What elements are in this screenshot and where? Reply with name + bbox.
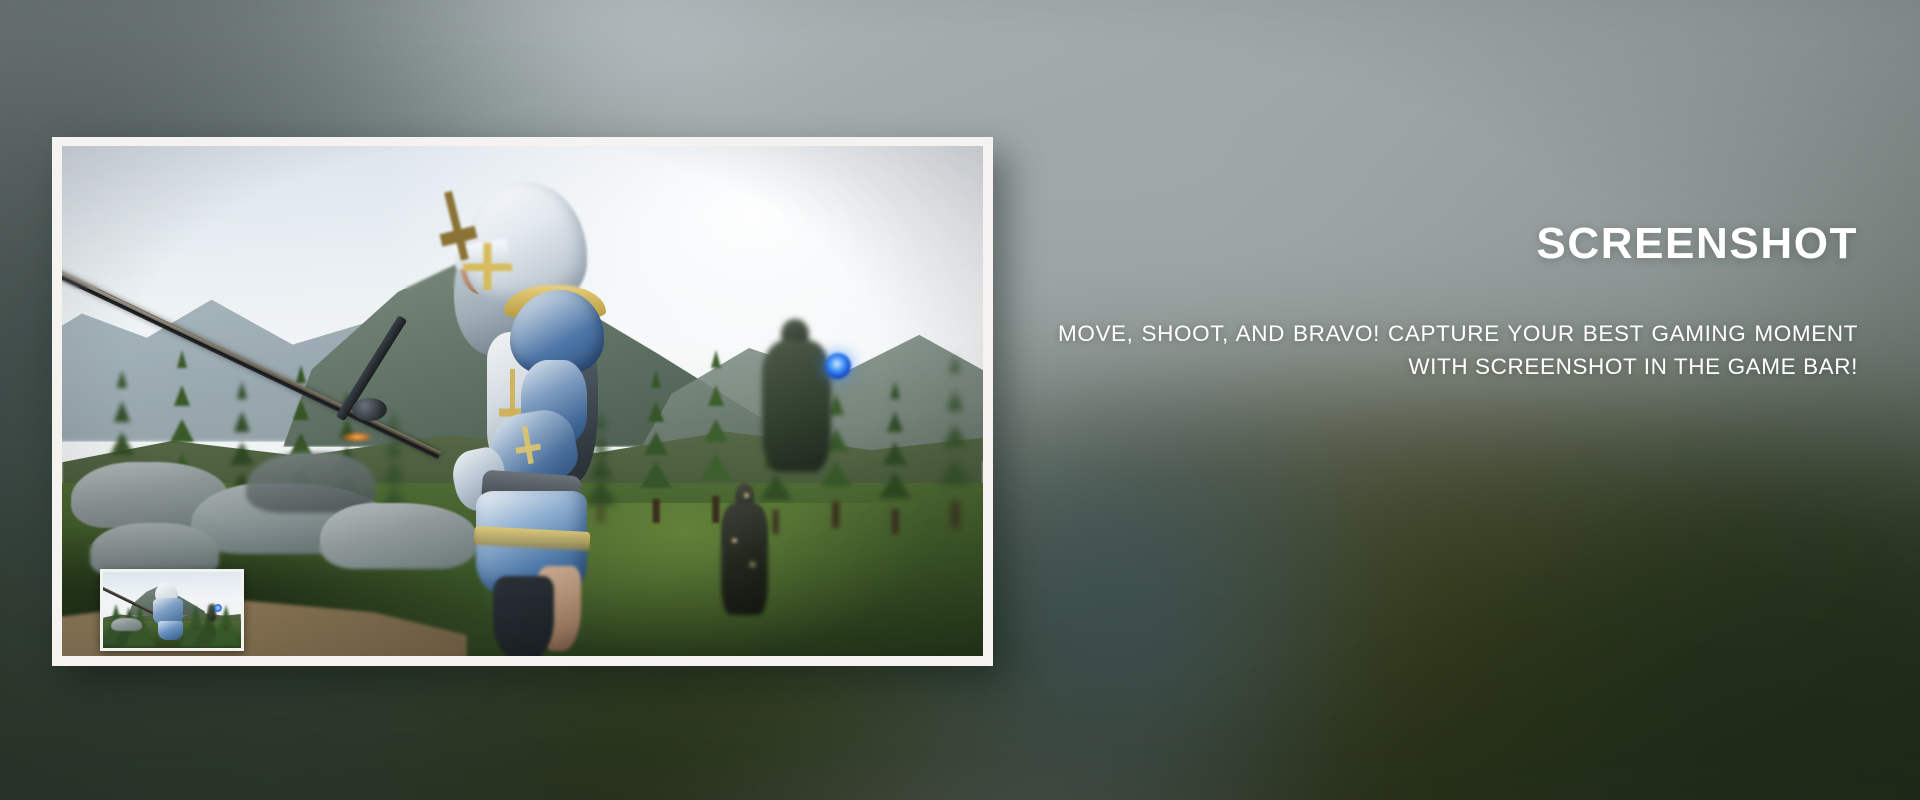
screenshot-thumbnail[interactable]	[100, 569, 244, 651]
thumb-npc-marker	[214, 603, 223, 612]
thumb-knight-body	[152, 597, 184, 624]
screenshot-thumbnail-image	[103, 572, 241, 648]
marketing-copy: SCREENSHOT MOVE, SHOOT, AND BRAVO! CAPTU…	[1058, 222, 1858, 384]
game-scene-image: Scrennshot taken succeed, you can check …	[62, 146, 983, 656]
thumb-knight-legs	[158, 620, 184, 641]
page-title: SCREENSHOT	[1536, 219, 1858, 268]
screenshot-frame[interactable]: Scrennshot taken succeed, you can check …	[52, 137, 993, 666]
thumb-rock	[111, 617, 142, 632]
page-description: MOVE, SHOOT, AND BRAVO! CAPTURE YOUR BES…	[1058, 321, 1858, 379]
